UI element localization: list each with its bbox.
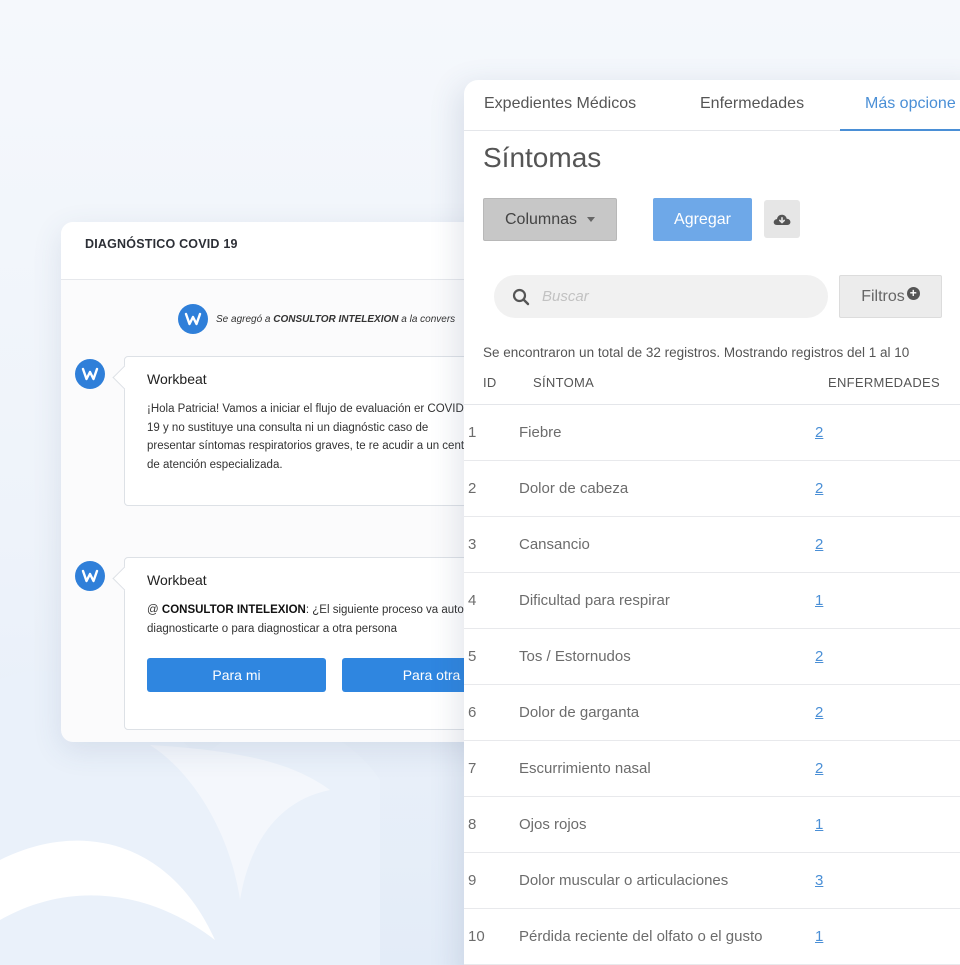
column-header-symptom[interactable]: SÍNTOMA [533, 375, 594, 390]
row-diseases-link[interactable]: 2 [815, 704, 823, 721]
system-message: Se agregó a CONSULTOR INTELEXION a la co… [178, 304, 455, 334]
table-row[interactable]: 1 Fiebre 2 [464, 405, 960, 461]
table-row[interactable]: 2 Dolor de cabeza 2 [464, 461, 960, 517]
row-id: 5 [468, 648, 477, 665]
workbeat-logo-icon [178, 304, 208, 334]
row-symptom: Dolor de cabeza [519, 480, 629, 497]
page-title: Síntomas [483, 142, 602, 173]
plus-circle-icon: + [906, 287, 920, 300]
chat-card: DIAGNÓSTICO COVID 19 Se agregó a CONSULT… [61, 222, 531, 742]
system-message-suffix: a la convers [401, 313, 456, 325]
table-row[interactable]: 5 Tos / Estornudos 2 [464, 629, 960, 685]
row-symptom: Cansancio [519, 536, 590, 553]
message-text: ¡Hola Patricia! Vamos a iniciar el flujo… [147, 403, 475, 471]
table-row[interactable]: 8 Ojos rojos 1 [464, 797, 960, 853]
row-diseases-link[interactable]: 1 [815, 592, 823, 609]
symptoms-table-body: 1 Fiebre 2 2 Dolor de cabeza 2 3 Cansanc… [464, 405, 960, 965]
row-diseases-link[interactable]: 2 [815, 536, 823, 553]
para-mi-button[interactable]: Para mi [147, 658, 326, 692]
columns-dropdown-button[interactable]: Columnas [483, 198, 617, 241]
cloud-download-icon [773, 214, 791, 225]
table-row[interactable]: 3 Cansancio 2 [464, 517, 960, 573]
system-message-prefix: Se agregó a [216, 313, 271, 325]
message-text: @ CONSULTOR INTELEXION: ¿El siguiente pr… [147, 601, 477, 638]
row-symptom: Dificultad para respirar [519, 592, 670, 609]
table-row[interactable]: 6 Dolor de garganta 2 [464, 685, 960, 741]
row-id: 9 [468, 872, 477, 889]
column-header-diseases[interactable]: ENFERMEDADES [828, 375, 940, 390]
row-id: 1 [468, 424, 477, 441]
row-symptom: Fiebre [519, 424, 562, 441]
row-id: 6 [468, 704, 477, 721]
tab-bar: Expedientes Médicos Enfermedades Más opc… [464, 80, 960, 131]
row-diseases-link[interactable]: 2 [815, 760, 823, 777]
search-icon [512, 288, 530, 305]
table-row[interactable]: 4 Dificultad para respirar 1 [464, 573, 960, 629]
columns-button-label: Columnas [504, 210, 578, 228]
add-button[interactable]: Agregar [653, 198, 752, 241]
row-symptom: Escurrimiento nasal [519, 760, 651, 777]
row-diseases-link[interactable]: 2 [815, 424, 823, 441]
active-tab-indicator [840, 129, 960, 131]
row-symptom: Dolor muscular o articulaciones [519, 872, 729, 889]
row-id: 8 [468, 816, 477, 833]
mention-user: CONSULTOR INTELEXION [161, 604, 306, 616]
row-id: 10 [468, 928, 485, 945]
symptoms-panel: Expedientes Médicos Enfermedades Más opc… [464, 80, 960, 965]
filters-button[interactable]: Filtros + [839, 275, 942, 318]
column-header-id[interactable]: ID [483, 375, 497, 390]
row-symptom: Ojos rojos [519, 816, 587, 833]
row-id: 2 [468, 480, 477, 497]
row-symptom: Dolor de garganta [519, 704, 640, 721]
row-diseases-link[interactable]: 2 [815, 480, 823, 497]
row-id: 4 [468, 592, 477, 609]
tab-mas-opciones[interactable]: Más opcione [865, 95, 956, 113]
table-row[interactable]: 9 Dolor muscular o articulaciones 3 [464, 853, 960, 909]
workbeat-avatar-icon [75, 359, 105, 389]
row-symptom: Tos / Estornudos [519, 648, 631, 665]
row-symptom: Pérdida reciente del olfato o el gusto [519, 928, 763, 945]
download-button[interactable] [764, 200, 800, 238]
search-box[interactable] [494, 275, 828, 318]
filters-button-label: Filtros [861, 287, 905, 305]
row-diseases-link[interactable]: 2 [815, 648, 823, 665]
workbeat-avatar-icon [75, 561, 105, 591]
records-summary: Se encontraron un total de 32 registros.… [483, 345, 910, 360]
table-row[interactable]: 10 Pérdida reciente del olfato o el gust… [464, 909, 960, 965]
chat-header-title: DIAGNÓSTICO COVID 19 [61, 222, 531, 280]
row-diseases-link[interactable]: 3 [815, 872, 823, 889]
search-input[interactable] [542, 288, 802, 305]
system-message-user: CONSULTOR INTELEXION [273, 313, 399, 325]
mention-prefix: @ [147, 604, 159, 616]
tab-expedientes-medicos[interactable]: Expedientes Médicos [484, 95, 636, 113]
row-id: 7 [468, 760, 477, 777]
row-diseases-link[interactable]: 1 [815, 928, 823, 945]
caret-down-icon [587, 217, 596, 222]
table-row[interactable]: 7 Escurrimiento nasal 2 [464, 741, 960, 797]
tab-enfermedades[interactable]: Enfermedades [700, 95, 804, 113]
row-diseases-link[interactable]: 1 [815, 816, 823, 833]
row-id: 3 [468, 536, 477, 553]
